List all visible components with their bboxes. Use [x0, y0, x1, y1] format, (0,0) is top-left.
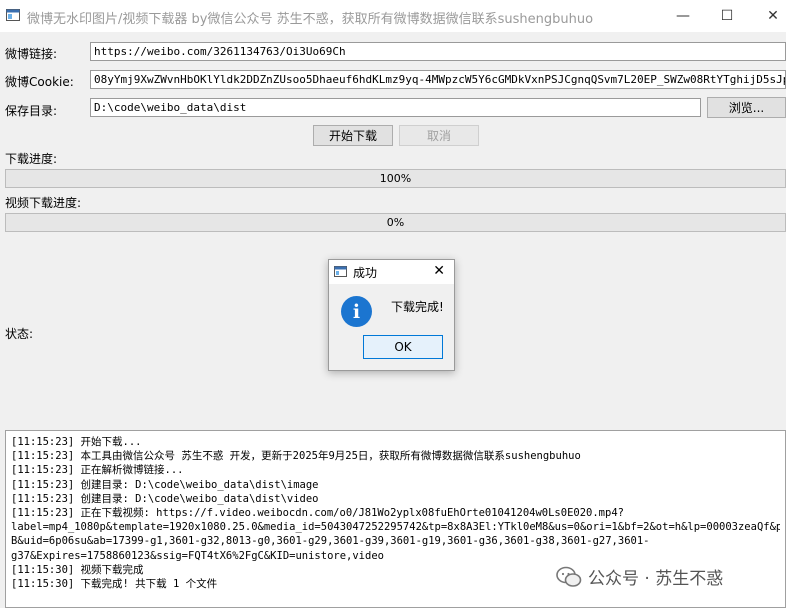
- save-dir-input[interactable]: D:\code\weibo_data\dist: [90, 98, 701, 117]
- log-line: [11:15:23] 创建目录: D:\code\weibo_data\dist…: [11, 478, 319, 491]
- info-icon: i: [341, 296, 372, 327]
- window-titlebar: 微博无水印图片/视频下载器 by微信公众号 苏生不惑，获取所有微博数据微信联系s…: [0, 0, 786, 32]
- log-line: [11:15:23] 正在解析微博链接...: [11, 464, 184, 477]
- cancel-button[interactable]: 取消: [399, 125, 479, 146]
- start-download-button[interactable]: 开始下载: [313, 125, 393, 146]
- dialog-app-icon: [334, 266, 347, 277]
- download-progress-text: 100%: [379, 172, 412, 185]
- cookie-label: 微博Cookie:: [5, 75, 74, 89]
- wechat-icon: [556, 566, 582, 587]
- log-line: [11:15:23] 开始下载...: [11, 436, 142, 448]
- close-button[interactable]: ✕: [750, 0, 786, 32]
- maximize-button[interactable]: ☐: [704, 0, 750, 32]
- watermark: 公众号 · 苏生不惑: [556, 564, 723, 589]
- watermark-text: 公众号 · 苏生不惑: [588, 569, 724, 589]
- link-label: 微博链接:: [5, 47, 58, 61]
- log-line: label=mp4_1080p&template=1920x1080.25.0&…: [11, 521, 780, 534]
- log-line: g37&Expires=1758860123&ssig=FQT4tX6%2FgC…: [11, 549, 384, 562]
- link-input[interactable]: https://weibo.com/3261134763/Oi3Uo69Ch: [90, 42, 786, 61]
- browse-button[interactable]: 浏览...: [707, 97, 786, 118]
- ok-button[interactable]: OK: [363, 335, 443, 359]
- log-line: [11:15:23] 正在下载视频: https://f.video.weibo…: [11, 507, 624, 520]
- download-progress-bar: 100%: [5, 169, 786, 188]
- video-progress-text: 0%: [386, 216, 405, 229]
- video-progress-bar: 0%: [5, 213, 786, 232]
- cookie-input[interactable]: 08yYmj9XwZWvnHbOKlYldk2DDZnZUsoo5Dhaeuf6…: [90, 70, 786, 89]
- log-line: [11:15:23] 创建目录: D:\code\weibo_data\dist…: [11, 492, 319, 505]
- dialog-message: 下载完成!: [391, 300, 444, 314]
- dialog-close-icon[interactable]: ✕: [433, 263, 445, 279]
- save-dir-label: 保存目录:: [5, 104, 58, 118]
- minimize-button[interactable]: —: [660, 0, 706, 32]
- log-line: B&uid=6p06su&ab=17399-g1,3601-g32,8013-g…: [11, 535, 650, 548]
- app-icon: [6, 9, 20, 21]
- dialog-titlebar: 成功 ✕: [329, 260, 454, 284]
- status-label: 状态:: [5, 327, 34, 341]
- download-progress-label: 下载进度:: [5, 152, 58, 166]
- window-title: 微博无水印图片/视频下载器 by微信公众号 苏生不惑，获取所有微博数据微信联系s…: [27, 12, 594, 27]
- video-progress-label: 视频下载进度:: [5, 196, 82, 210]
- dialog-title: 成功: [353, 266, 378, 280]
- success-dialog: 成功 ✕ i 下载完成! OK: [328, 259, 455, 371]
- log-line: [11:15:23] 本工具由微信公众号 苏生不惑 开发，更新于2025年9月2…: [11, 450, 581, 463]
